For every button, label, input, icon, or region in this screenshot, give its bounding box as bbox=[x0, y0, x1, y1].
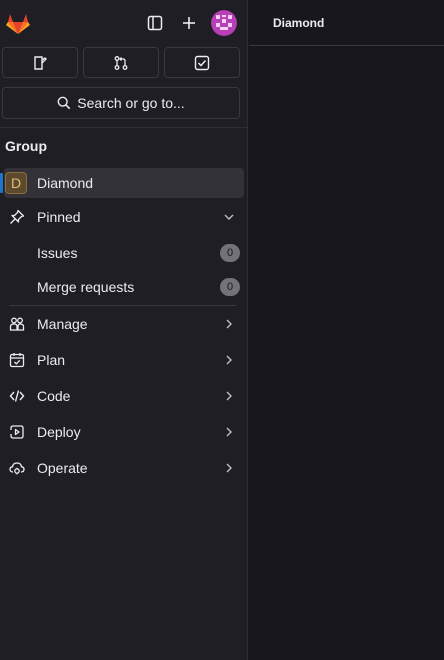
chevron-right-icon bbox=[226, 355, 232, 365]
chevron-right-icon bbox=[226, 463, 232, 473]
divider bbox=[9, 305, 236, 306]
pinned-item-label: Issues bbox=[37, 245, 78, 261]
merge-request-icon bbox=[114, 55, 128, 70]
active-indicator bbox=[0, 173, 3, 193]
code-icon bbox=[9, 390, 25, 402]
gitlab-logo-icon[interactable] bbox=[5, 10, 31, 36]
sidebar: Search or go to... Group D Diamond Pinne… bbox=[0, 0, 248, 660]
pinned-item-merge-requests[interactable]: Merge requests 0 bbox=[4, 272, 244, 302]
issues-count-badge: 0 bbox=[220, 244, 240, 262]
sidebar-item-group[interactable]: D Diamond bbox=[0, 168, 244, 198]
search-button[interactable]: Search or go to... bbox=[2, 87, 240, 119]
toggle-sidebar-button[interactable] bbox=[142, 10, 168, 36]
sidebar-item-label: Deploy bbox=[37, 424, 81, 440]
sidebar-item-manage[interactable]: Manage bbox=[4, 309, 244, 339]
deploy-icon bbox=[10, 425, 24, 439]
breadcrumb: Diamond bbox=[249, 0, 444, 46]
search-icon bbox=[57, 96, 71, 110]
sidebar-item-deploy[interactable]: Deploy bbox=[4, 417, 244, 447]
sidebar-item-label: Plan bbox=[37, 352, 66, 368]
sidebar-nav: D Diamond Pinned Issues 0 Merge requests… bbox=[0, 168, 248, 483]
plus-icon bbox=[183, 17, 195, 29]
sidebar-item-label: Manage bbox=[37, 316, 88, 332]
group-name: Diamond bbox=[37, 175, 94, 191]
search-label: Search or go to... bbox=[77, 95, 185, 111]
issues-icon bbox=[34, 55, 47, 70]
sidebar-toggle-icon bbox=[147, 15, 163, 31]
issues-shortcut-button[interactable] bbox=[2, 47, 78, 78]
pinned-label: Pinned bbox=[37, 209, 81, 225]
todo-checkbox-icon bbox=[194, 55, 210, 70]
merge-requests-shortcut-button[interactable] bbox=[83, 47, 159, 78]
avatar-identicon-icon bbox=[211, 10, 237, 36]
app: Search or go to... Group D Diamond Pinne… bbox=[0, 0, 444, 660]
sidebar-section-title: Group bbox=[5, 138, 47, 154]
pinned-item-label: Merge requests bbox=[37, 279, 135, 295]
chevron-right-icon bbox=[226, 427, 232, 437]
chevron-right-icon bbox=[226, 391, 232, 401]
divider bbox=[0, 127, 247, 128]
sidebar-item-label: Code bbox=[37, 388, 71, 404]
group-avatar: D bbox=[5, 172, 27, 194]
chevron-right-icon bbox=[226, 319, 232, 329]
sidebar-item-code[interactable]: Code bbox=[4, 381, 244, 411]
users-icon bbox=[9, 317, 25, 331]
cloud-gear-icon bbox=[9, 462, 25, 475]
sidebar-top-row bbox=[4, 8, 239, 38]
todo-shortcut-button[interactable] bbox=[164, 47, 240, 78]
sidebar-item-plan[interactable]: Plan bbox=[4, 345, 244, 375]
create-new-button[interactable] bbox=[176, 10, 202, 36]
user-avatar[interactable] bbox=[211, 10, 237, 36]
calendar-icon bbox=[9, 353, 25, 368]
sidebar-item-pinned[interactable]: Pinned bbox=[4, 202, 244, 232]
sidebar-item-operate[interactable]: Operate bbox=[4, 453, 244, 483]
pin-icon bbox=[10, 209, 25, 224]
merge-requests-count-badge: 0 bbox=[220, 278, 240, 296]
breadcrumb-item[interactable]: Diamond bbox=[273, 16, 324, 30]
quick-actions bbox=[2, 47, 240, 78]
pinned-item-issues[interactable]: Issues 0 bbox=[4, 238, 244, 268]
sidebar-item-label: Operate bbox=[37, 460, 88, 476]
main-content: Diamond bbox=[249, 0, 444, 660]
chevron-down-icon bbox=[224, 214, 234, 220]
